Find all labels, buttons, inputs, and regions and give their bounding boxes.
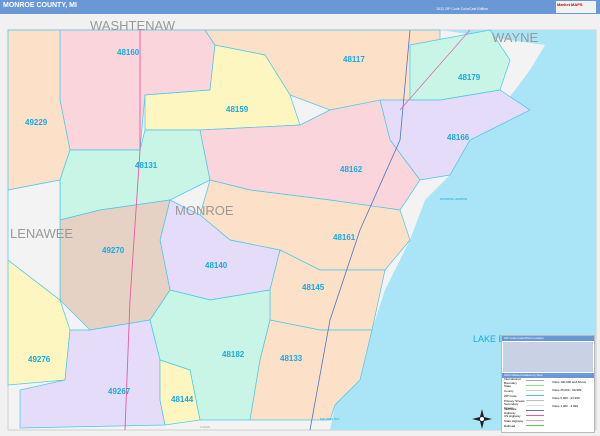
zip-label: 48179 [458,73,481,82]
zip-label: 48161 [333,233,356,242]
county-label-wayne: WAYNE [492,30,539,45]
zip-label: 48145 [302,283,325,292]
legend-city: Cities 1,000 - 4,999 [552,404,579,408]
zip-label: 48160 [117,48,140,57]
zip-area-49270 [59,199,171,331]
zip-label: 49229 [25,118,48,127]
county-label-lenawee: LENAWEE [10,226,73,241]
zip-label: 49270 [102,246,125,255]
road-label: LUCAS [200,425,210,429]
map-title: MONROE COUNTY, MI [3,2,77,9]
zip-label: 48117 [343,55,365,64]
zip-label: 48182 [222,350,245,359]
legend-item: Railroad [502,423,550,428]
zip-label: 48162 [340,165,363,174]
map-legend: ZIP Code Index/Post Location 2022 Market… [501,335,595,433]
zip-label: 48133 [280,354,303,363]
edition-label: 2022 ZIP Code ColorCast Edition [436,7,488,11]
zip-label: 48140 [205,261,228,270]
legend-city: Cities 25,000 - 99,999 [552,388,582,392]
zip-label: 48159 [226,105,249,114]
zip-index-table [503,342,593,372]
harbor-label: MONROE HARBOR [440,197,468,201]
zip-label: 48144 [171,395,194,404]
county-label-monroe: MONROE [175,203,234,218]
legend-title: ZIP Code Index/Post Location [502,336,594,341]
legend-city: Cities 5,000 - 24,999 [552,396,580,400]
title-bar: MONROE COUNTY, MI 2022 ZIP Code ColorCas… [0,0,600,14]
zip-label: 48166 [447,133,470,142]
bay-label: MAUMEE BAY [320,417,340,421]
zip-label: 49267 [108,387,131,396]
county-label-washtenaw: WASHTENAW [90,18,176,33]
zip-label: 48131 [135,161,158,170]
publisher-logo: Market MAPS [556,1,596,13]
legend-city: Cities 100,000 and Above [552,380,587,384]
zip-label: 49276 [28,355,51,364]
